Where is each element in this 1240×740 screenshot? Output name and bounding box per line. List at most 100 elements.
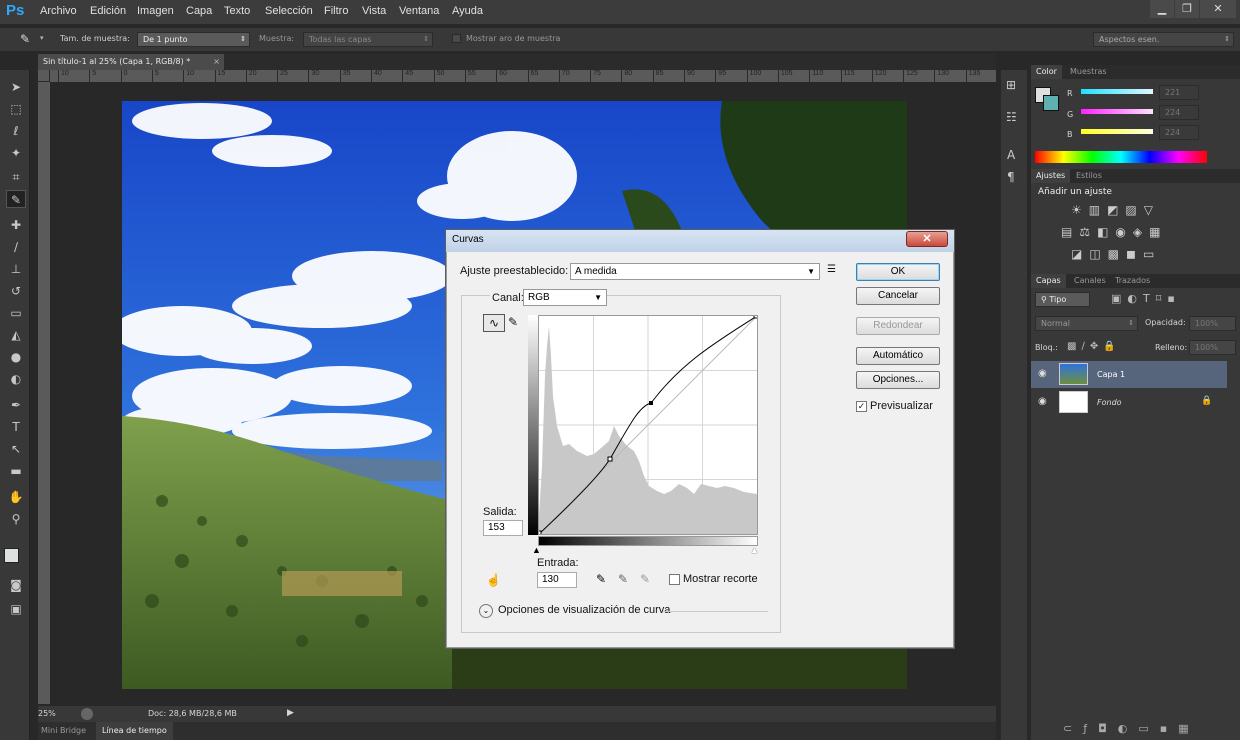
zoom-tool-icon[interactable]: ⚲ bbox=[6, 510, 26, 528]
curve-points-tool-icon[interactable]: ∿ bbox=[483, 314, 505, 332]
gray-eyedropper-icon[interactable]: ✎ bbox=[618, 572, 628, 586]
tab-swatches[interactable]: Muestras bbox=[1065, 65, 1112, 79]
ok-button[interactable]: OK bbox=[856, 263, 940, 281]
tab-channels[interactable]: Canales bbox=[1069, 274, 1111, 288]
curves-graph[interactable] bbox=[536, 313, 759, 536]
brush-tool-icon[interactable]: ∕ bbox=[6, 238, 26, 256]
stamp-tool-icon[interactable]: ⊥ bbox=[6, 260, 26, 278]
channel-g-slider[interactable] bbox=[1081, 109, 1153, 114]
menu-texto[interactable]: Texto bbox=[224, 5, 250, 17]
preset-select[interactable]: A medida ▼ bbox=[570, 263, 820, 280]
type-tool-icon[interactable]: T bbox=[6, 418, 26, 436]
color-spectrum-bar[interactable] bbox=[1035, 151, 1207, 163]
channel-select[interactable]: RGB ▼ bbox=[523, 289, 607, 306]
menu-archivo[interactable]: Archivo bbox=[40, 5, 77, 17]
tab-styles[interactable]: Estilos bbox=[1071, 169, 1107, 183]
blur-tool-icon[interactable]: ● bbox=[6, 348, 26, 366]
cancel-button[interactable]: Cancelar bbox=[856, 287, 940, 305]
tab-layers[interactable]: Capas bbox=[1031, 274, 1066, 288]
zoom-level[interactable]: 25% bbox=[38, 709, 56, 718]
marquee-tool-icon[interactable]: ⬚ bbox=[6, 100, 26, 118]
auto-button[interactable]: Automático bbox=[856, 347, 940, 365]
fill-input[interactable]: 100% bbox=[1189, 340, 1236, 355]
healing-brush-icon[interactable]: ✚ bbox=[6, 216, 26, 234]
menu-filtro[interactable]: Filtro bbox=[324, 5, 348, 17]
tab-paths[interactable]: Trazados bbox=[1110, 274, 1155, 288]
menu-imagen[interactable]: Imagen bbox=[137, 5, 174, 17]
lasso-tool-icon[interactable]: ℓ bbox=[6, 122, 26, 140]
white-point-slider[interactable]: ▲ bbox=[750, 545, 759, 555]
menu-vista[interactable]: Vista bbox=[362, 5, 386, 17]
menu-capa[interactable]: Capa bbox=[186, 5, 212, 17]
adjustment-icons-row-2[interactable]: ▤⚖◧◉◈▦ bbox=[1061, 225, 1167, 239]
workspace-select[interactable]: Aspectos esen. ⇕ bbox=[1093, 32, 1234, 47]
black-point-slider[interactable]: ▲ bbox=[532, 545, 541, 555]
layer-row-capa-1[interactable]: ◉ Capa 1 bbox=[1031, 361, 1227, 388]
character-panel-icon[interactable]: A bbox=[1007, 148, 1015, 162]
crop-tool-icon[interactable]: ⌗ bbox=[6, 168, 26, 186]
white-eyedropper-icon[interactable]: ✎ bbox=[640, 572, 650, 586]
tab-adjustments[interactable]: Ajustes bbox=[1031, 169, 1071, 183]
adjustment-icons-row-1[interactable]: ☀▥◩▨▽ bbox=[1071, 203, 1160, 217]
magic-wand-icon[interactable]: ✦ bbox=[6, 144, 26, 162]
quick-mask-icon[interactable]: ◙ bbox=[6, 576, 26, 594]
blend-mode-select[interactable]: Normal ⇕ bbox=[1035, 316, 1138, 331]
channel-b-value[interactable]: 224 bbox=[1159, 125, 1199, 140]
sample-size-select[interactable]: De 1 punto ⇕ bbox=[137, 32, 250, 47]
layer-filter-icons[interactable]: ▣◐T⌑▪ bbox=[1111, 292, 1181, 305]
smooth-button[interactable]: Redondear bbox=[856, 317, 940, 335]
adjustment-icons-row-3[interactable]: ◪◫▩◼▭ bbox=[1071, 247, 1161, 261]
status-menu-arrow-icon[interactable]: ▶ bbox=[287, 708, 294, 718]
eyedropper-tool-icon[interactable]: ✎ bbox=[6, 190, 26, 208]
channel-r-value[interactable]: 221 bbox=[1159, 85, 1199, 100]
input-input[interactable]: 130 bbox=[537, 572, 577, 588]
menu-seleccion[interactable]: Selección bbox=[265, 5, 313, 17]
screen-mode-icon[interactable]: ▣ bbox=[6, 600, 26, 618]
tab-color[interactable]: Color bbox=[1031, 65, 1062, 79]
tool-preset-chevron-icon[interactable]: ▾ bbox=[40, 34, 44, 42]
preset-options-icon[interactable]: ☰ bbox=[827, 264, 836, 275]
background-color-chip[interactable] bbox=[1043, 95, 1059, 111]
dialog-close-button[interactable]: ✕ bbox=[906, 231, 948, 247]
targeted-adjustment-hand-icon[interactable]: ☝ bbox=[486, 573, 501, 587]
channel-b-slider[interactable] bbox=[1081, 129, 1153, 134]
eye-icon[interactable]: ◉ bbox=[1038, 396, 1047, 407]
menu-edicion[interactable]: Edición bbox=[90, 5, 126, 17]
display-options-label[interactable]: Opciones de visualización de curva bbox=[498, 604, 670, 616]
hand-tool-icon[interactable]: ✋ bbox=[6, 488, 26, 506]
rectangle-tool-icon[interactable]: ▬ bbox=[6, 462, 26, 480]
eraser-tool-icon[interactable]: ▭ bbox=[6, 304, 26, 322]
history-panel-icon[interactable]: ⊞ bbox=[1006, 78, 1016, 92]
layer-row-fondo[interactable]: ◉ Fondo 🔒 bbox=[1031, 389, 1227, 416]
channel-g-value[interactable]: 224 bbox=[1159, 105, 1199, 120]
black-eyedropper-icon[interactable]: ✎ bbox=[596, 572, 606, 586]
show-clipping-checkbox[interactable] bbox=[669, 574, 680, 585]
paint-bucket-icon[interactable]: ◭ bbox=[6, 326, 26, 344]
layers-footer-icons[interactable]: ⊂ƒ◘◐▭▪▦ bbox=[1031, 722, 1240, 740]
restore-button[interactable]: ❐ bbox=[1175, 0, 1199, 18]
move-tool-icon[interactable]: ➤ bbox=[6, 78, 26, 96]
pencil-tool-icon[interactable]: ✎ bbox=[508, 315, 518, 329]
eyedropper-icon[interactable]: ✎ bbox=[20, 32, 30, 46]
menu-ventana[interactable]: Ventana bbox=[399, 5, 439, 17]
minimize-button[interactable]: ▁ bbox=[1150, 0, 1174, 18]
preview-checkbox[interactable]: ✓ bbox=[856, 401, 867, 412]
eye-icon[interactable]: ◉ bbox=[1038, 368, 1047, 379]
pen-tool-icon[interactable]: ✒ bbox=[6, 396, 26, 414]
menu-ayuda[interactable]: Ayuda bbox=[452, 5, 483, 17]
options-button[interactable]: Opciones... bbox=[856, 371, 940, 389]
path-selection-icon[interactable]: ↖ bbox=[6, 440, 26, 458]
layer-filter-select[interactable]: ⚲ Tipo bbox=[1035, 292, 1090, 307]
properties-panel-icon[interactable]: ☷ bbox=[1006, 110, 1017, 124]
lock-icons[interactable]: ▩∕✥🔒 bbox=[1067, 341, 1121, 352]
show-ring-checkbox[interactable] bbox=[452, 34, 461, 43]
expand-options-chevron-icon[interactable]: ⌄ bbox=[479, 604, 493, 618]
tab-mini-bridge[interactable]: Mini Bridge bbox=[41, 726, 86, 735]
paragraph-panel-icon[interactable]: ¶ bbox=[1007, 170, 1015, 184]
sample-select[interactable]: Todas las capas ⇕ bbox=[303, 32, 433, 47]
history-brush-icon[interactable]: ↺ bbox=[6, 282, 26, 300]
dodge-tool-icon[interactable]: ◐ bbox=[6, 370, 26, 388]
output-input[interactable]: 153 bbox=[483, 520, 523, 536]
tab-timeline[interactable]: Línea de tiempo bbox=[96, 722, 173, 740]
foreground-color-swatch[interactable] bbox=[4, 548, 19, 563]
